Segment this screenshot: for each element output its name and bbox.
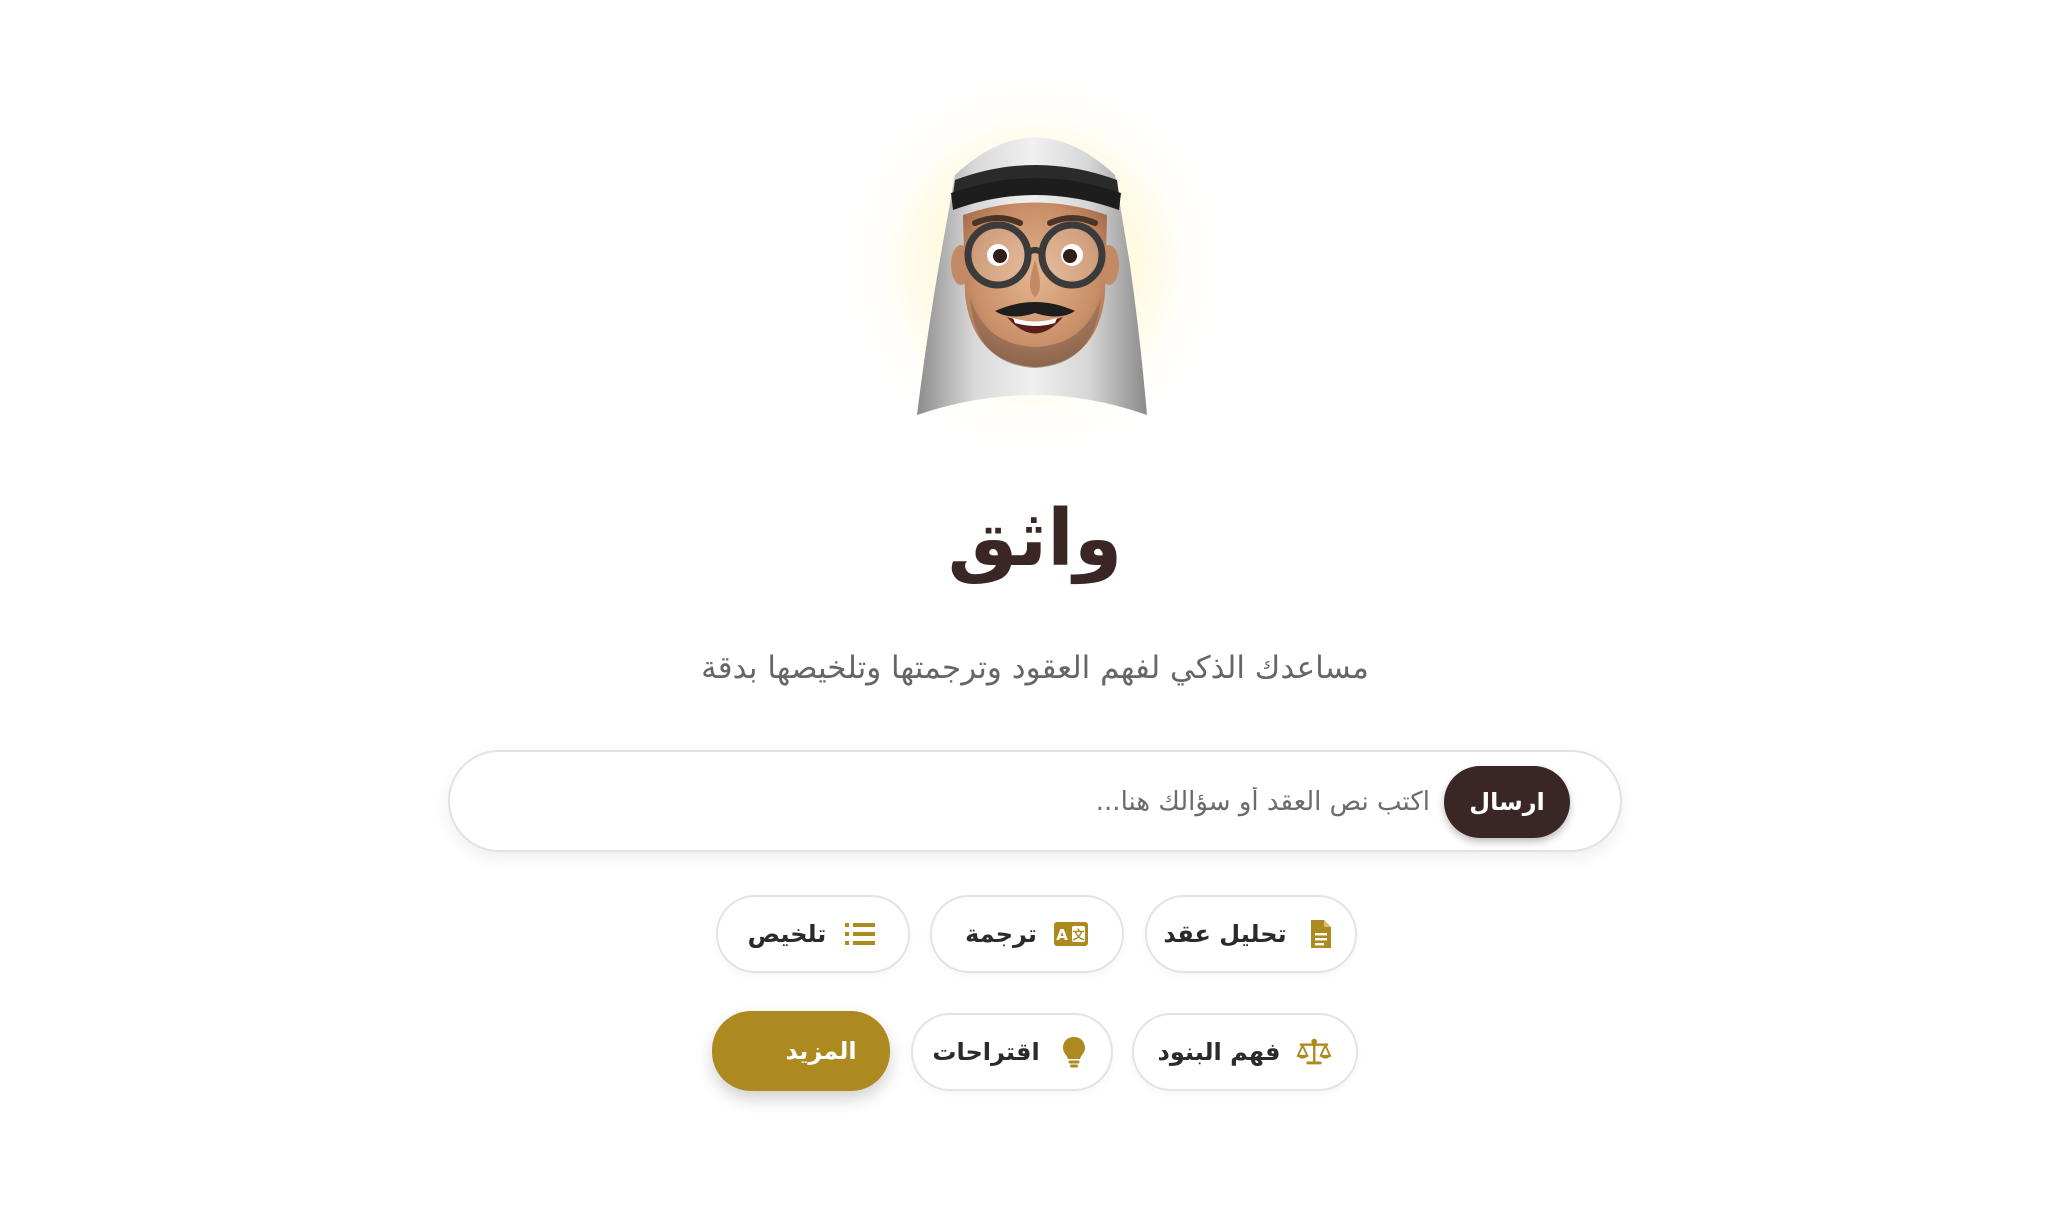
suggestions-label: اقتراحات (932, 1038, 1040, 1066)
search-input[interactable] (572, 772, 1432, 832)
lightbulb-icon (1056, 1034, 1092, 1070)
translate-button[interactable]: A 文 ترجمة (930, 895, 1124, 973)
more-button[interactable]: المزيد (712, 1011, 890, 1091)
avatar (835, 65, 1235, 465)
page-subtitle: مساعدك الذكي لفهم العقود وترجمتها وتلخيص… (701, 650, 1369, 686)
suggestions-button[interactable]: اقتراحات (911, 1013, 1113, 1091)
svg-text:A: A (1056, 926, 1068, 944)
chat-input-bar: ارسال (448, 750, 1622, 852)
svg-text:文: 文 (1072, 927, 1085, 942)
list-icon (842, 916, 878, 952)
summarize-button[interactable]: تلخيص (716, 895, 910, 973)
page-title: واثق (947, 494, 1123, 584)
avatar-illustration (917, 137, 1147, 415)
translate-icon: A 文 (1053, 916, 1089, 952)
send-button[interactable]: ارسال (1444, 766, 1570, 838)
more-label: المزيد (785, 1037, 857, 1065)
summarize-label: تلخيص (747, 920, 827, 948)
analyze-contract-button[interactable]: تحليل عقد (1145, 895, 1357, 973)
analyze-contract-label: تحليل عقد (1163, 920, 1287, 948)
understand-clauses-label: فهم البنود (1157, 1038, 1281, 1066)
understand-clauses-button[interactable]: فهم البنود (1132, 1013, 1358, 1091)
document-icon (1303, 916, 1339, 952)
scale-icon (1296, 1034, 1333, 1070)
translate-label: ترجمة (965, 920, 1037, 948)
